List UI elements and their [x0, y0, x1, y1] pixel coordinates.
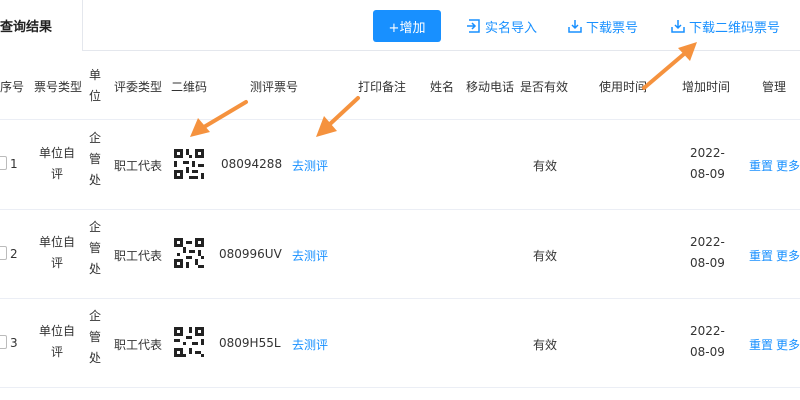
- row-checkbox[interactable]: [0, 335, 7, 349]
- ticket-type-line: 单位自: [39, 324, 76, 338]
- download-qr-tickets-label: 下载二维码票号: [689, 20, 781, 36]
- unit-line: 企: [89, 220, 102, 234]
- header-print-note: 打印备注: [358, 80, 407, 94]
- header-unit: 单 位: [89, 65, 101, 107]
- header-phone: 移动电话: [466, 80, 515, 94]
- import-icon: [467, 19, 480, 33]
- download-tickets-button[interactable]: 下载票号: [567, 16, 638, 36]
- qr-code-icon[interactable]: [174, 149, 204, 179]
- table-row: 1 单位自 评 企 管 处 职工代表 08094288 去测评 有效 2022-…: [0, 120, 800, 210]
- import-realname-button[interactable]: 实名导入: [466, 16, 537, 36]
- download-qr-tickets-button[interactable]: 下载二维码票号: [670, 16, 780, 36]
- table-row: 3 单位自 评 企 管 处 职工代表 0809H55L 去测评 有效 2022-…: [0, 298, 800, 388]
- row-seq: 1: [10, 157, 18, 171]
- tab-query-results[interactable]: 查询结果: [0, 0, 83, 51]
- row-ticket-no: 080996UV: [219, 247, 282, 261]
- add-time-line: 2022-: [690, 324, 725, 338]
- row-seq: 2: [10, 247, 18, 261]
- row-valid: 有效: [533, 249, 558, 263]
- row-rater-type: 职工代表: [114, 159, 163, 173]
- unit-line: 处: [89, 262, 102, 276]
- header-unit-line: 单: [89, 68, 102, 82]
- import-label: 实名导入: [485, 20, 538, 36]
- row-add-time: 2022- 08-09: [690, 321, 725, 363]
- header-seq: 序号: [0, 80, 25, 94]
- qr-code-icon[interactable]: [174, 238, 204, 268]
- table-row: 2 单位自 评 企 管 处 职工代表 080996UV 去测评 有效 2022-…: [0, 209, 800, 299]
- unit-line: 管: [89, 241, 102, 255]
- row-seq: 3: [10, 336, 18, 350]
- add-time-line: 08-09: [690, 167, 725, 181]
- header-qr: 二维码: [171, 80, 208, 94]
- row-ticket-type: 单位自 评: [39, 232, 75, 274]
- row-unit: 企 管 处: [89, 217, 101, 280]
- row-rater-type: 职工代表: [114, 249, 163, 263]
- tab-query-results-label: 查询结果: [0, 20, 53, 35]
- ticket-type-line: 单位自: [39, 146, 76, 160]
- row-add-time: 2022- 08-09: [690, 143, 725, 185]
- row-unit: 企 管 处: [89, 306, 101, 369]
- go-evaluate-link[interactable]: 去测评: [292, 336, 328, 353]
- row-unit: 企 管 处: [89, 128, 101, 191]
- row-ticket-no: 08094288: [221, 157, 283, 171]
- header-ticket-type: 票号类型: [34, 80, 83, 94]
- header-manage: 管理: [762, 80, 787, 94]
- row-checkbox[interactable]: [0, 156, 7, 170]
- row-valid: 有效: [533, 338, 558, 352]
- reset-button[interactable]: 重置: [749, 247, 773, 264]
- tab-bar: 查询结果 +增加 实名导入 下载票号 下载二维码票号: [0, 0, 800, 51]
- download-icon: [671, 20, 685, 33]
- go-evaluate-link[interactable]: 去测评: [292, 247, 328, 264]
- more-button[interactable]: 更多: [776, 336, 800, 353]
- row-ticket-no: 0809H55L: [219, 336, 281, 350]
- header-unit-line: 位: [89, 89, 102, 103]
- unit-line: 处: [89, 173, 102, 187]
- header-valid: 是否有效: [520, 80, 569, 94]
- row-rater-type: 职工代表: [114, 338, 163, 352]
- add-time-line: 2022-: [690, 146, 725, 160]
- add-time-line: 2022-: [690, 235, 725, 249]
- row-checkbox[interactable]: [0, 246, 7, 260]
- ticket-type-line: 评: [51, 345, 64, 359]
- unit-line: 管: [89, 330, 102, 344]
- unit-line: 处: [89, 351, 102, 365]
- reset-button[interactable]: 重置: [749, 157, 773, 174]
- unit-line: 企: [89, 309, 102, 323]
- unit-line: 企: [89, 131, 102, 145]
- more-button[interactable]: 更多: [776, 247, 800, 264]
- go-evaluate-link[interactable]: 去测评: [292, 157, 328, 174]
- header-ticket-no: 测评票号: [250, 80, 299, 94]
- unit-line: 管: [89, 152, 102, 166]
- table-header: 序号 票号类型 单 位 评委类型 二维码 测评票号 打印备注 姓名 移动电话 是…: [0, 51, 800, 120]
- header-name: 姓名: [430, 80, 455, 94]
- more-button[interactable]: 更多: [776, 157, 800, 174]
- add-button[interactable]: +增加: [373, 10, 441, 42]
- add-time-line: 08-09: [690, 256, 725, 270]
- header-add-time: 增加时间: [682, 80, 731, 94]
- ticket-type-line: 评: [51, 167, 64, 181]
- reset-button[interactable]: 重置: [749, 336, 773, 353]
- download-tickets-label: 下载票号: [586, 20, 639, 36]
- qr-code-icon[interactable]: [174, 327, 204, 357]
- add-time-line: 08-09: [690, 345, 725, 359]
- header-rater-type: 评委类型: [114, 80, 163, 94]
- row-valid: 有效: [533, 159, 558, 173]
- row-add-time: 2022- 08-09: [690, 232, 725, 274]
- ticket-type-line: 评: [51, 256, 64, 270]
- header-use-time: 使用时间: [599, 80, 648, 94]
- row-ticket-type: 单位自 评: [39, 143, 75, 185]
- download-icon: [568, 20, 582, 33]
- ticket-type-line: 单位自: [39, 235, 76, 249]
- row-ticket-type: 单位自 评: [39, 321, 75, 363]
